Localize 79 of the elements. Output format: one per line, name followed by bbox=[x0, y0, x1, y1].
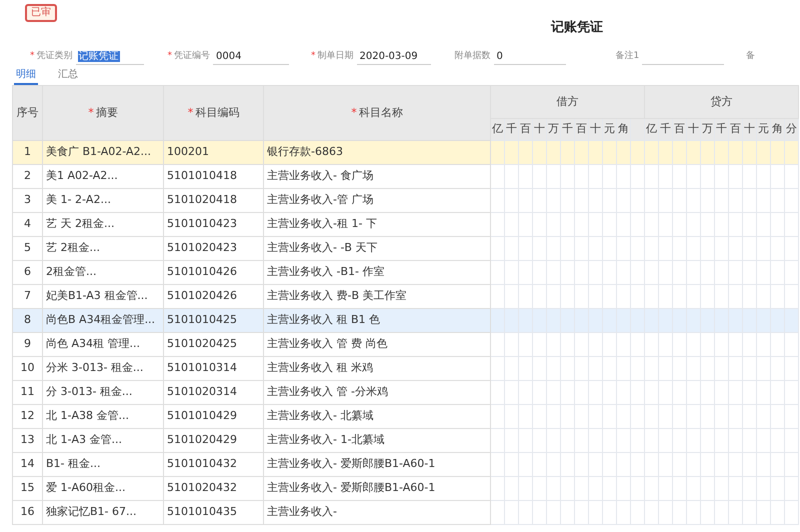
row-number: 6 bbox=[12, 260, 42, 284]
field-label: 附单据数 bbox=[454, 50, 490, 64]
table-cell: 美1 A02-A2... bbox=[42, 164, 164, 188]
table-cell: 主营业务收入- 爱斯郎腰B1-A60-1 bbox=[264, 476, 490, 500]
table-cell: 5101010423 bbox=[164, 212, 264, 236]
table-cell: 尚色B A34租金管理... bbox=[42, 308, 164, 332]
status-badge: 已审 bbox=[25, 4, 57, 22]
table-cell: 主营业务收入- 爱斯郎腰B1-A60-1 bbox=[264, 452, 490, 476]
row-number: 10 bbox=[12, 356, 42, 380]
table-cell: 主营业务收入- 1-北纂域 bbox=[264, 428, 490, 452]
field-label: * 凭证类别 bbox=[30, 50, 72, 64]
row-number: 9 bbox=[12, 332, 42, 356]
table-cell: 分 3-013- 租金... bbox=[42, 380, 164, 404]
table-cell: 5101010432 bbox=[164, 452, 264, 476]
field-label: * 凭证编号 bbox=[168, 50, 210, 64]
column-header: * 科目名称 bbox=[264, 86, 490, 140]
table-cell: 5101020429 bbox=[164, 428, 264, 452]
row-number: 11 bbox=[12, 380, 42, 404]
table-cell: 5101020425 bbox=[164, 332, 264, 356]
row-number: 3 bbox=[12, 188, 42, 212]
column-header: 序号 bbox=[12, 86, 42, 140]
table-cell: 主营业务收入 租 B1 色 bbox=[264, 308, 490, 332]
table-cell: 5101010425 bbox=[164, 308, 264, 332]
table-cell: 主营业务收入 管 费 尚色 bbox=[264, 332, 490, 356]
table-cell: 主营业务收入- bbox=[264, 500, 490, 524]
table-cell: 艺 天 2租金... bbox=[42, 212, 164, 236]
row-number: 13 bbox=[12, 428, 42, 452]
column-header: 借方 bbox=[490, 86, 645, 118]
row-number: 4 bbox=[12, 212, 42, 236]
table-cell: 主营业务收入-管 广场 bbox=[264, 188, 490, 212]
text-field[interactable]: 记账凭证 bbox=[76, 50, 144, 64]
table-cell: 5101010426 bbox=[164, 260, 264, 284]
voucher-title: 记账凭证 bbox=[551, 19, 603, 37]
row-number: 5 bbox=[12, 236, 42, 260]
column-header: 贷方 bbox=[644, 86, 799, 118]
table-cell: B1- 租金... bbox=[42, 452, 164, 476]
table-cell: 独家记忆B1- 67... bbox=[42, 500, 164, 524]
table-cell: 2租金管... bbox=[42, 260, 164, 284]
column-header: * 摘要 bbox=[42, 86, 164, 140]
table-cell: 5101010429 bbox=[164, 404, 264, 428]
table-cell: 银行存款-6863 bbox=[264, 140, 490, 164]
table-cell: 5101010418 bbox=[164, 164, 264, 188]
tab[interactable]: 汇总 bbox=[56, 66, 80, 85]
text-field[interactable]: 2020-03-09 bbox=[356, 50, 430, 64]
table-cell: 尚色 A34租 管理... bbox=[42, 332, 164, 356]
table-cell: 主营业务收入-租 1- 下 bbox=[264, 212, 490, 236]
field-label: 备注1 bbox=[616, 50, 640, 64]
text-field[interactable]: 0 bbox=[494, 50, 566, 64]
row-number: 12 bbox=[12, 404, 42, 428]
table-cell: 5101020314 bbox=[164, 380, 264, 404]
table-cell: 100201 bbox=[164, 140, 264, 164]
table-cell: 爱 1-A60租金... bbox=[42, 476, 164, 500]
table-cell: 5101020432 bbox=[164, 476, 264, 500]
table-cell: 美食广 B1-A02-A2... bbox=[42, 140, 164, 164]
table-cell: 北 1-A3 金管... bbox=[42, 428, 164, 452]
column-header: * 科目编码 bbox=[164, 86, 264, 140]
table-cell: 主营业务收入- -B 天下 bbox=[264, 236, 490, 260]
table-cell: 北 1-A38 金管... bbox=[42, 404, 164, 428]
table-cell: 5101020423 bbox=[164, 236, 264, 260]
table-cell: 美 1- 2-A2... bbox=[42, 188, 164, 212]
table-cell: 主营业务收入 租 米鸡 bbox=[264, 356, 490, 380]
row-number: 14 bbox=[12, 452, 42, 476]
table-cell: 5101010435 bbox=[164, 500, 264, 524]
text-field[interactable]: 0004 bbox=[213, 50, 289, 64]
table-cell: 分米 3-013- 租金... bbox=[42, 356, 164, 380]
row-number: 8 bbox=[12, 308, 42, 332]
row-number: 15 bbox=[12, 476, 42, 500]
row-number: 2 bbox=[12, 164, 42, 188]
table-cell: 主营业务收入- 食广场 bbox=[264, 164, 490, 188]
field-label: * 制单日期 bbox=[311, 50, 354, 64]
row-number: 1 bbox=[12, 140, 42, 164]
table-cell: 主营业务收入 管 -分米鸡 bbox=[264, 380, 490, 404]
table-cell: 艺 2租金... bbox=[42, 236, 164, 260]
row-number: 16 bbox=[12, 500, 42, 524]
table-cell: 5101010314 bbox=[164, 356, 264, 380]
table-cell: 主营业务收入 -B1- 作室 bbox=[264, 260, 490, 284]
table-cell: 主营业务收入- 北纂域 bbox=[264, 404, 490, 428]
field-label: 备 bbox=[746, 50, 756, 64]
table-cell: 5101020418 bbox=[164, 188, 264, 212]
